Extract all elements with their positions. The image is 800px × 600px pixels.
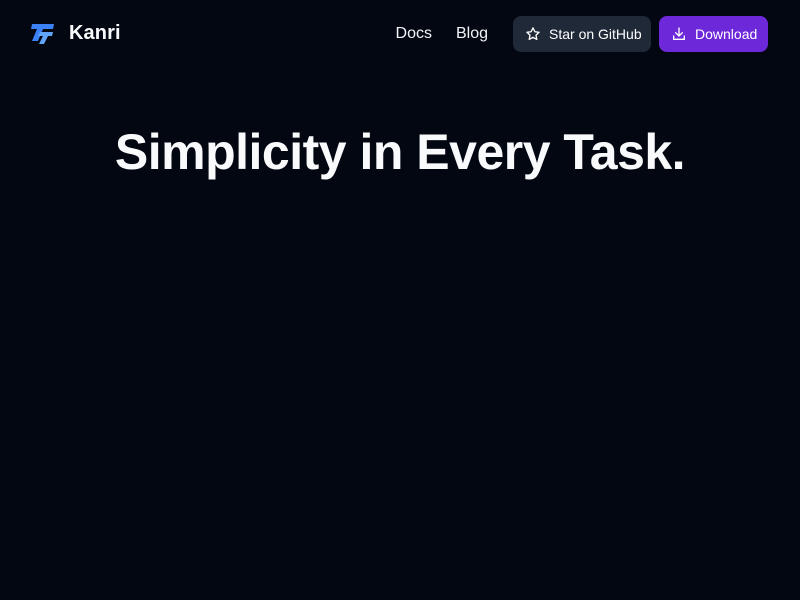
hero-title: Simplicity in Every Task. xyxy=(114,124,686,180)
kanri-logo-icon xyxy=(31,24,54,44)
download-button-label: Download xyxy=(695,26,758,42)
download-icon xyxy=(673,27,685,40)
star-icon xyxy=(526,27,540,41)
nav-link-blog[interactable]: Blog xyxy=(456,16,488,52)
github-button-label: Star on GitHub xyxy=(549,26,642,42)
download-button[interactable]: Download xyxy=(659,16,768,52)
site-header: Kanri Docs Blog Star on GitHub Download xyxy=(0,0,800,68)
main-nav: Docs Blog Star on GitHub Download xyxy=(396,16,768,52)
landing-page: Kanri Docs Blog Star on GitHub Download … xyxy=(0,0,800,600)
nav-link-docs[interactable]: Docs xyxy=(396,16,432,52)
hero-section: Simplicity in Every Task. xyxy=(0,120,800,184)
star-on-github-button[interactable]: Star on GitHub xyxy=(513,16,651,52)
brand-name: Kanri xyxy=(69,22,121,44)
brand-link[interactable]: Kanri xyxy=(30,20,121,46)
